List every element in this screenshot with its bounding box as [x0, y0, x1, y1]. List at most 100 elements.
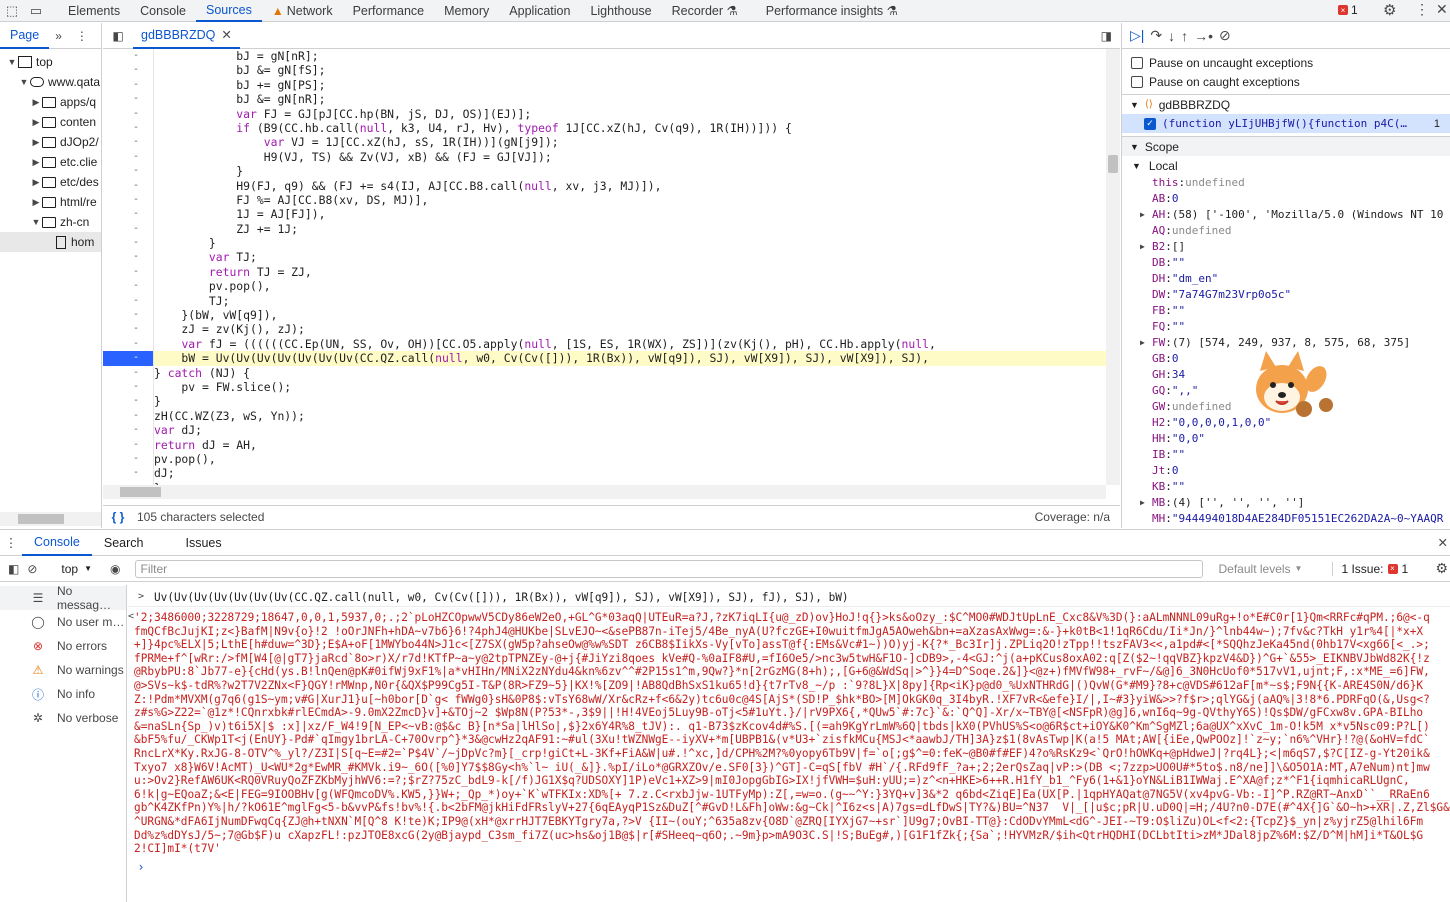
- line-marker[interactable]: -: [103, 366, 153, 380]
- line-marker[interactable]: -: [103, 279, 153, 293]
- editor-hscroll-thumb[interactable]: [120, 487, 161, 497]
- scope-variable-row[interactable]: DW: "7a74G7m23Vrp0o5c": [1122, 287, 1450, 303]
- more-menu-icon[interactable]: ⋮: [1415, 1, 1429, 18]
- scope-variable-row[interactable]: IB: "": [1122, 447, 1450, 463]
- line-marker[interactable]: -: [103, 265, 153, 279]
- pause-caught-checkbox[interactable]: [1131, 75, 1143, 88]
- tree-item-folder[interactable]: ▼ zh-cn: [0, 212, 101, 232]
- issues-link[interactable]: 1 Issue: × 1: [1332, 561, 1408, 576]
- line-marker[interactable]: -: [103, 423, 153, 437]
- tree-item-top[interactable]: ▼ top: [0, 52, 101, 72]
- breakpoint-marker[interactable]: -: [103, 351, 153, 366]
- scope-variable-row[interactable]: FQ: "": [1122, 319, 1450, 335]
- scope-section-header[interactable]: ▼ Scope: [1122, 136, 1450, 156]
- tab-performance-insights[interactable]: Performance insights ⚗: [756, 0, 908, 22]
- toggle-navigator-icon[interactable]: ◧: [103, 29, 133, 43]
- navigator-menu-icon[interactable]: ⋮: [76, 29, 88, 43]
- line-gutter[interactable]: -------------------------------: [103, 49, 153, 493]
- step-out-icon[interactable]: ↑: [1181, 28, 1188, 44]
- step-over-icon[interactable]: ↷: [1150, 27, 1162, 44]
- scope-variable-row[interactable]: ▶ MB: (4) ['', '', '', '']: [1122, 495, 1450, 511]
- line-marker[interactable]: -: [103, 409, 153, 423]
- scope-variable-row[interactable]: FB: "": [1122, 303, 1450, 319]
- breakpoint-item[interactable]: ✓ (function yLIjUHBjfW(){function p4C(… …: [1122, 114, 1450, 133]
- line-marker[interactable]: -: [103, 63, 153, 77]
- tab-page[interactable]: Page: [0, 23, 50, 49]
- line-marker[interactable]: -: [103, 193, 153, 207]
- tab-network[interactable]: ▲ Network: [262, 0, 343, 22]
- tree-item-folder[interactable]: ▶ apps/q: [0, 92, 101, 112]
- toggle-debugger-icon[interactable]: ◨: [1101, 29, 1112, 43]
- pretty-print-icon[interactable]: { }: [103, 510, 133, 524]
- line-marker[interactable]: -: [103, 107, 153, 121]
- line-marker[interactable]: -: [103, 466, 153, 480]
- line-marker[interactable]: -: [103, 49, 153, 63]
- tab-lighthouse[interactable]: Lighthouse: [580, 0, 661, 22]
- scope-variable-row[interactable]: AB: 0: [1122, 191, 1450, 207]
- line-marker[interactable]: -: [103, 135, 153, 149]
- local-scope-header[interactable]: ▼ Local: [1122, 156, 1450, 175]
- line-marker[interactable]: -: [103, 380, 153, 394]
- editor-hscroll[interactable]: [103, 485, 1106, 499]
- console-output[interactable]: > Uv(Uv(Uv(Uv(Uv(Uv(Uv(CC.QZ.call(null, …: [128, 585, 1450, 902]
- console-settings-gear-icon[interactable]: ⚙: [1435, 560, 1448, 577]
- line-marker[interactable]: -: [103, 150, 153, 164]
- settings-gear-icon[interactable]: ⚙: [1383, 1, 1396, 19]
- console-prompt-icon[interactable]: ›: [128, 860, 154, 874]
- sidebar-item-messages[interactable]: ☰ No messag…: [0, 584, 126, 612]
- scope-variable-row[interactable]: this: undefined: [1122, 175, 1450, 191]
- tab-application[interactable]: Application: [499, 0, 580, 22]
- filter-input[interactable]: Filter: [134, 559, 1203, 578]
- tab-sources[interactable]: Sources: [195, 0, 262, 22]
- navigator-hscroll[interactable]: [0, 512, 101, 526]
- scope-variable-row[interactable]: ▶ B2: []: [1122, 239, 1450, 255]
- clear-console-icon[interactable]: ⊘: [27, 562, 37, 576]
- live-expression-eye-icon[interactable]: ◉: [110, 562, 120, 576]
- line-marker[interactable]: -: [103, 121, 153, 135]
- context-selector[interactable]: top ▼: [61, 562, 92, 576]
- toggle-sidebar-icon[interactable]: ◧: [8, 562, 19, 576]
- line-marker[interactable]: -: [103, 207, 153, 221]
- sidebar-item-warnings[interactable]: ⚠ No warnings: [0, 658, 126, 682]
- step-icon[interactable]: →•: [1194, 28, 1213, 44]
- scope-variable-row[interactable]: DB: "": [1122, 255, 1450, 271]
- scope-variable-row[interactable]: HH: "0,0": [1122, 431, 1450, 447]
- sidebar-item-verbose[interactable]: ✲ No verbose: [0, 706, 126, 730]
- tree-item-folder[interactable]: ▶ html/re: [0, 192, 101, 212]
- scope-variable-row[interactable]: KB: "": [1122, 479, 1450, 495]
- close-tab-icon[interactable]: ✕: [221, 27, 231, 42]
- sidebar-item-user-messages[interactable]: ◯ No user m…: [0, 610, 126, 634]
- sidebar-item-info[interactable]: ⓘ No info: [0, 682, 126, 706]
- pause-uncaught-checkbox[interactable]: [1131, 56, 1143, 69]
- tab-performance[interactable]: Performance: [343, 0, 435, 22]
- scope-variable-row[interactable]: ▶ AH: (58) ['-100', 'Mozilla/5.0 (Windows…: [1122, 207, 1450, 223]
- line-marker[interactable]: -: [103, 337, 153, 351]
- more-tabs-icon[interactable]: »: [55, 29, 62, 43]
- line-marker[interactable]: -: [103, 308, 153, 322]
- line-marker[interactable]: -: [103, 78, 153, 92]
- scope-variable-row[interactable]: Jt: 0: [1122, 463, 1450, 479]
- line-marker[interactable]: -: [103, 222, 153, 236]
- tab-recorder[interactable]: Recorder ⚗: [662, 0, 748, 22]
- line-marker[interactable]: -: [103, 438, 153, 452]
- editor-file-tab[interactable]: gdBBBRZDQ ✕: [133, 23, 240, 49]
- tab-memory[interactable]: Memory: [434, 0, 499, 22]
- line-marker[interactable]: -: [103, 322, 153, 336]
- step-into-icon[interactable]: ↓: [1168, 28, 1175, 44]
- code-editor[interactable]: bJ = gN[nR]; bJ &= gN[fS]; bJ += gN[PS];…: [153, 49, 1106, 485]
- line-marker[interactable]: -: [103, 164, 153, 178]
- pause-caught-row[interactable]: Pause on caught exceptions: [1122, 72, 1450, 91]
- deactivate-breakpoints-icon[interactable]: ⊘: [1219, 27, 1231, 44]
- tree-item-domain[interactable]: ▼ www.qata: [0, 72, 101, 92]
- tree-item-folder[interactable]: ▶ dJOp2/: [0, 132, 101, 152]
- line-marker[interactable]: -: [103, 250, 153, 264]
- editor-vscroll[interactable]: [1106, 49, 1120, 485]
- tab-console-drawer[interactable]: Console: [22, 530, 92, 556]
- close-drawer-icon[interactable]: ✕: [1438, 535, 1448, 550]
- line-marker[interactable]: -: [103, 179, 153, 193]
- tab-search[interactable]: Search: [92, 530, 156, 556]
- resume-icon[interactable]: ▷|: [1130, 27, 1144, 44]
- line-marker[interactable]: -: [103, 452, 153, 466]
- scope-variable-row[interactable]: DH: "dm_en": [1122, 271, 1450, 287]
- tab-console[interactable]: Console: [130, 0, 196, 22]
